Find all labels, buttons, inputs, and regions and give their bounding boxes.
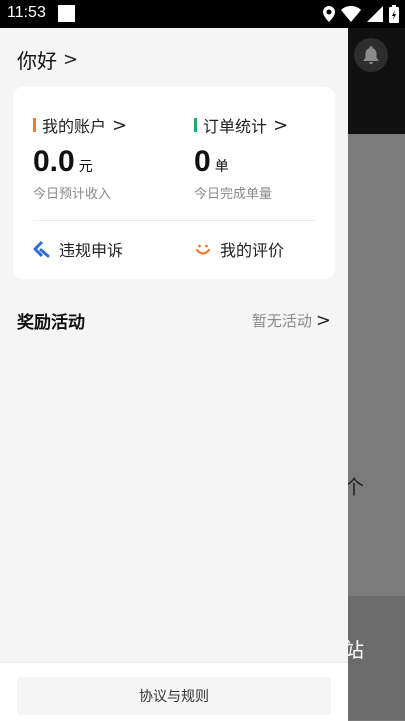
orders-stat[interactable]: 订单统计 > 0 单 今日完成单量 <box>194 113 288 202</box>
navigation-drawer: 你好 > 我的账户 > 0.0 元 今日预计收入 订单统计 > 0 单 今日完成… <box>0 28 348 721</box>
bell-icon[interactable] <box>354 38 388 72</box>
rewards-section[interactable]: 奖励活动 暂无活动 > <box>17 308 331 333</box>
divider <box>33 220 315 221</box>
appeal-icon <box>33 240 50 258</box>
location-icon <box>323 6 335 22</box>
signal-icon <box>367 6 383 22</box>
chevron-right-icon: > <box>112 114 128 136</box>
notification-icon <box>58 5 75 22</box>
account-value: 0.0 <box>33 145 75 178</box>
status-bar: 11:53 <box>0 0 405 28</box>
orders-unit: 单 <box>214 159 229 175</box>
wifi-icon <box>341 6 361 22</box>
account-stat[interactable]: 我的账户 > 0.0 元 今日预计收入 <box>33 113 127 202</box>
orders-label: 订单统计 <box>203 117 268 136</box>
account-label: 我的账户 <box>42 117 107 136</box>
orders-sub: 今日完成单量 <box>194 187 273 202</box>
reviews-label: 我的评价 <box>220 241 285 260</box>
status-time: 11:53 <box>7 4 46 21</box>
rewards-more[interactable]: 暂无活动 > <box>252 310 331 331</box>
account-unit: 元 <box>78 159 93 175</box>
greeting-text: 你好 <box>17 49 57 73</box>
status-icons <box>323 5 399 23</box>
stats-card: 我的账户 > 0.0 元 今日预计收入 订单统计 > 0 单 今日完成单量 违规… <box>13 87 335 279</box>
rewards-title: 奖励活动 <box>17 313 85 333</box>
account-sub: 今日预计收入 <box>33 187 112 202</box>
background-header <box>348 28 405 134</box>
chevron-right-icon: > <box>273 114 289 136</box>
chevron-right-icon: > <box>315 310 331 331</box>
reviews-link[interactable]: 我的评价 <box>194 237 284 261</box>
greeting[interactable]: 你好 > <box>17 45 78 74</box>
accent-bar <box>194 118 197 132</box>
rewards-status: 暂无活动 <box>251 312 312 330</box>
appeal-label: 违规申诉 <box>59 241 124 260</box>
agreement-button[interactable]: 协议与规则 <box>17 677 331 715</box>
smile-icon <box>195 244 211 255</box>
background-app: 个 站 <box>344 28 405 720</box>
orders-value: 0 <box>194 145 211 178</box>
accent-bar <box>33 118 36 132</box>
drawer-footer: 协议与规则 <box>0 662 348 721</box>
chevron-right-icon: > <box>63 49 79 70</box>
battery-icon <box>389 5 399 23</box>
appeal-link[interactable]: 违规申诉 <box>33 237 123 261</box>
